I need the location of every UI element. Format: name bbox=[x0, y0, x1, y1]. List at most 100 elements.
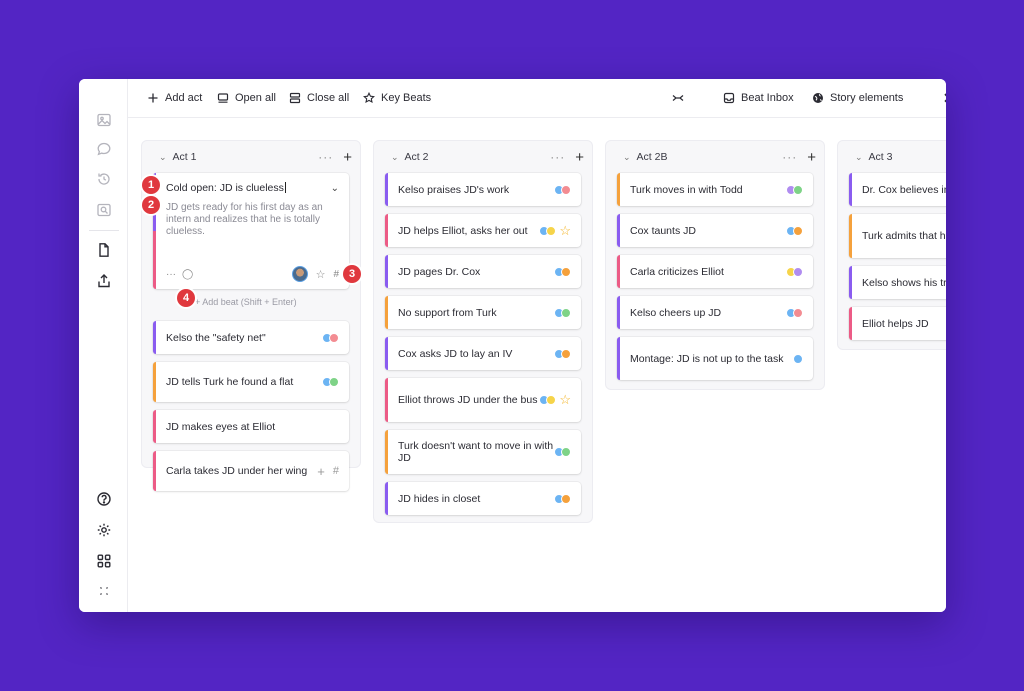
beat-card[interactable]: Kelso the "safety net" bbox=[153, 321, 349, 354]
comment-icon[interactable] bbox=[95, 140, 113, 158]
more-icon[interactable]: ··· bbox=[550, 150, 565, 164]
help-icon[interactable] bbox=[95, 490, 113, 508]
beat-card[interactable]: Carla takes JD under her wing + # bbox=[153, 451, 349, 491]
add-beat-icon[interactable]: + bbox=[807, 149, 816, 166]
chevron-down-icon[interactable]: ⌄ bbox=[855, 152, 863, 163]
history-icon[interactable] bbox=[95, 170, 113, 188]
beat-title: Kelso shows his tr bbox=[862, 276, 946, 289]
character-tags bbox=[554, 493, 571, 504]
beat-card[interactable]: Cox asks JD to lay an IV bbox=[385, 337, 581, 370]
key-beat-star-icon[interactable]: ☆ bbox=[559, 393, 571, 406]
export-icon[interactable] bbox=[95, 272, 113, 290]
key-beat-star-icon[interactable]: ☆ bbox=[559, 224, 571, 237]
add-beat-icon[interactable]: + bbox=[575, 149, 584, 166]
open-all-button[interactable]: Open all bbox=[217, 79, 276, 118]
globe-icon bbox=[813, 93, 823, 103]
beat-card[interactable]: JD hides in closet bbox=[385, 482, 581, 515]
character-dot[interactable] bbox=[561, 266, 571, 277]
beat-title: JD tells Turk he found a flat bbox=[166, 376, 294, 388]
avatar[interactable] bbox=[291, 266, 308, 282]
apps-grid-icon[interactable] bbox=[95, 552, 113, 570]
beat-title: Cox taunts JD bbox=[630, 224, 696, 237]
more-icon[interactable]: ··· bbox=[166, 269, 176, 280]
beat-card[interactable]: Kelso shows his tr bbox=[849, 266, 946, 299]
beat-title: Kelso cheers up JD bbox=[630, 306, 722, 319]
beat-card[interactable]: No support from Turk bbox=[385, 296, 581, 329]
character-dot[interactable] bbox=[561, 348, 571, 359]
beat-card[interactable]: Kelso praises JD's work bbox=[385, 173, 581, 206]
collapse-icon bbox=[289, 92, 301, 104]
act-title[interactable]: Act 2B bbox=[637, 151, 783, 163]
add-act-button[interactable]: Add act bbox=[147, 79, 202, 118]
close-board-button[interactable]: ✕ bbox=[943, 79, 946, 118]
act-title[interactable]: Act 1 bbox=[173, 151, 319, 163]
beat-card[interactable]: Elliot helps JD bbox=[849, 307, 946, 340]
story-elements-button[interactable]: Story elements bbox=[812, 79, 903, 118]
sidebar bbox=[79, 79, 128, 612]
character-tags bbox=[554, 266, 571, 277]
beat-card[interactable]: Turk moves in with Todd bbox=[617, 173, 813, 206]
fullscreen-icon[interactable] bbox=[95, 582, 113, 600]
expand-icon bbox=[217, 93, 229, 103]
search-image-icon[interactable] bbox=[95, 201, 113, 219]
collapse-arrows-button[interactable] bbox=[672, 79, 684, 118]
chevron-down-icon[interactable]: ⌄ bbox=[623, 152, 631, 163]
beat-card[interactable]: Dr. Cox believes in bbox=[849, 173, 946, 206]
beat-card[interactable]: Carla criticizes Elliot bbox=[617, 255, 813, 288]
beat-card[interactable]: JD makes eyes at Elliot bbox=[153, 410, 349, 443]
character-dot[interactable] bbox=[561, 307, 571, 318]
card-list: Kelso the "safety net" JD tells Turk he f… bbox=[142, 321, 360, 491]
arrows-inward-icon bbox=[672, 95, 684, 101]
beat-card[interactable]: Cox taunts JD bbox=[617, 214, 813, 247]
chevron-down-icon[interactable]: ⌄ bbox=[159, 152, 167, 163]
character-tags bbox=[554, 447, 571, 457]
beat-card[interactable]: JD helps Elliot, asks her out ☆ bbox=[385, 214, 581, 247]
hash-icon[interactable]: # bbox=[333, 465, 339, 477]
image-icon[interactable] bbox=[95, 111, 113, 129]
character-dot[interactable] bbox=[561, 493, 571, 504]
character-dot[interactable] bbox=[561, 447, 571, 457]
beat-card[interactable]: Elliot throws JD under the bus ☆ bbox=[385, 378, 581, 422]
key-beats-button[interactable]: Key Beats bbox=[363, 79, 431, 118]
character-dot[interactable] bbox=[329, 332, 339, 343]
act-column-2: ⌄ Act 2 ··· + Kelso praises JD's work JD … bbox=[373, 140, 593, 523]
beat-title: Turk admits that he too bbox=[862, 230, 946, 242]
beat-card[interactable]: Turk doesn't want to move in with JD bbox=[385, 430, 581, 474]
beat-description[interactable]: JD gets ready for his first day as an in… bbox=[166, 202, 336, 238]
beat-card[interactable]: JD pages Dr. Cox bbox=[385, 255, 581, 288]
beat-inbox-button[interactable]: Beat Inbox bbox=[723, 79, 794, 118]
beat-card[interactable]: Turk admits that he too bbox=[849, 214, 946, 258]
character-dot[interactable] bbox=[793, 225, 803, 236]
more-icon[interactable]: ··· bbox=[782, 150, 797, 164]
beat-card[interactable]: Montage: JD is not up to the task bbox=[617, 337, 813, 380]
more-icon[interactable]: ··· bbox=[318, 150, 333, 164]
comment-icon[interactable]: ◯ bbox=[182, 269, 193, 280]
chevron-down-icon[interactable]: ⌄ bbox=[391, 152, 399, 163]
character-dot[interactable] bbox=[329, 377, 339, 387]
beat-card-expanded[interactable]: Cold open: JD is clueless ⌄ JD gets read… bbox=[153, 173, 349, 289]
character-dot[interactable] bbox=[546, 225, 557, 236]
beat-card[interactable]: Kelso cheers up JD bbox=[617, 296, 813, 329]
character-dot[interactable] bbox=[793, 353, 803, 364]
beat-card[interactable]: JD tells Turk he found a flat bbox=[153, 362, 349, 402]
add-beat-icon[interactable]: + bbox=[343, 149, 352, 166]
act-title[interactable]: Act 2 bbox=[405, 151, 551, 163]
document-icon[interactable] bbox=[95, 241, 113, 259]
character-dot[interactable] bbox=[793, 266, 803, 277]
add-icon[interactable]: + bbox=[317, 464, 325, 479]
character-tags bbox=[786, 225, 803, 236]
close-all-button[interactable]: Close all bbox=[289, 79, 349, 118]
character-tags bbox=[793, 353, 803, 364]
character-dot[interactable] bbox=[793, 184, 803, 195]
beat-title-input[interactable]: Cold open: JD is clueless bbox=[166, 182, 331, 194]
inbox-icon bbox=[723, 92, 735, 104]
character-dot[interactable] bbox=[793, 307, 803, 318]
act-title[interactable]: Act 3 bbox=[869, 151, 946, 163]
star-outline-icon[interactable]: ☆ bbox=[316, 268, 326, 281]
character-dot[interactable] bbox=[561, 184, 571, 195]
badge-4: 4 bbox=[177, 289, 195, 307]
chevron-down-icon[interactable]: ⌄ bbox=[331, 183, 339, 194]
hash-icon[interactable]: # bbox=[333, 269, 339, 280]
character-dot[interactable] bbox=[546, 395, 557, 405]
settings-icon[interactable] bbox=[95, 521, 113, 539]
